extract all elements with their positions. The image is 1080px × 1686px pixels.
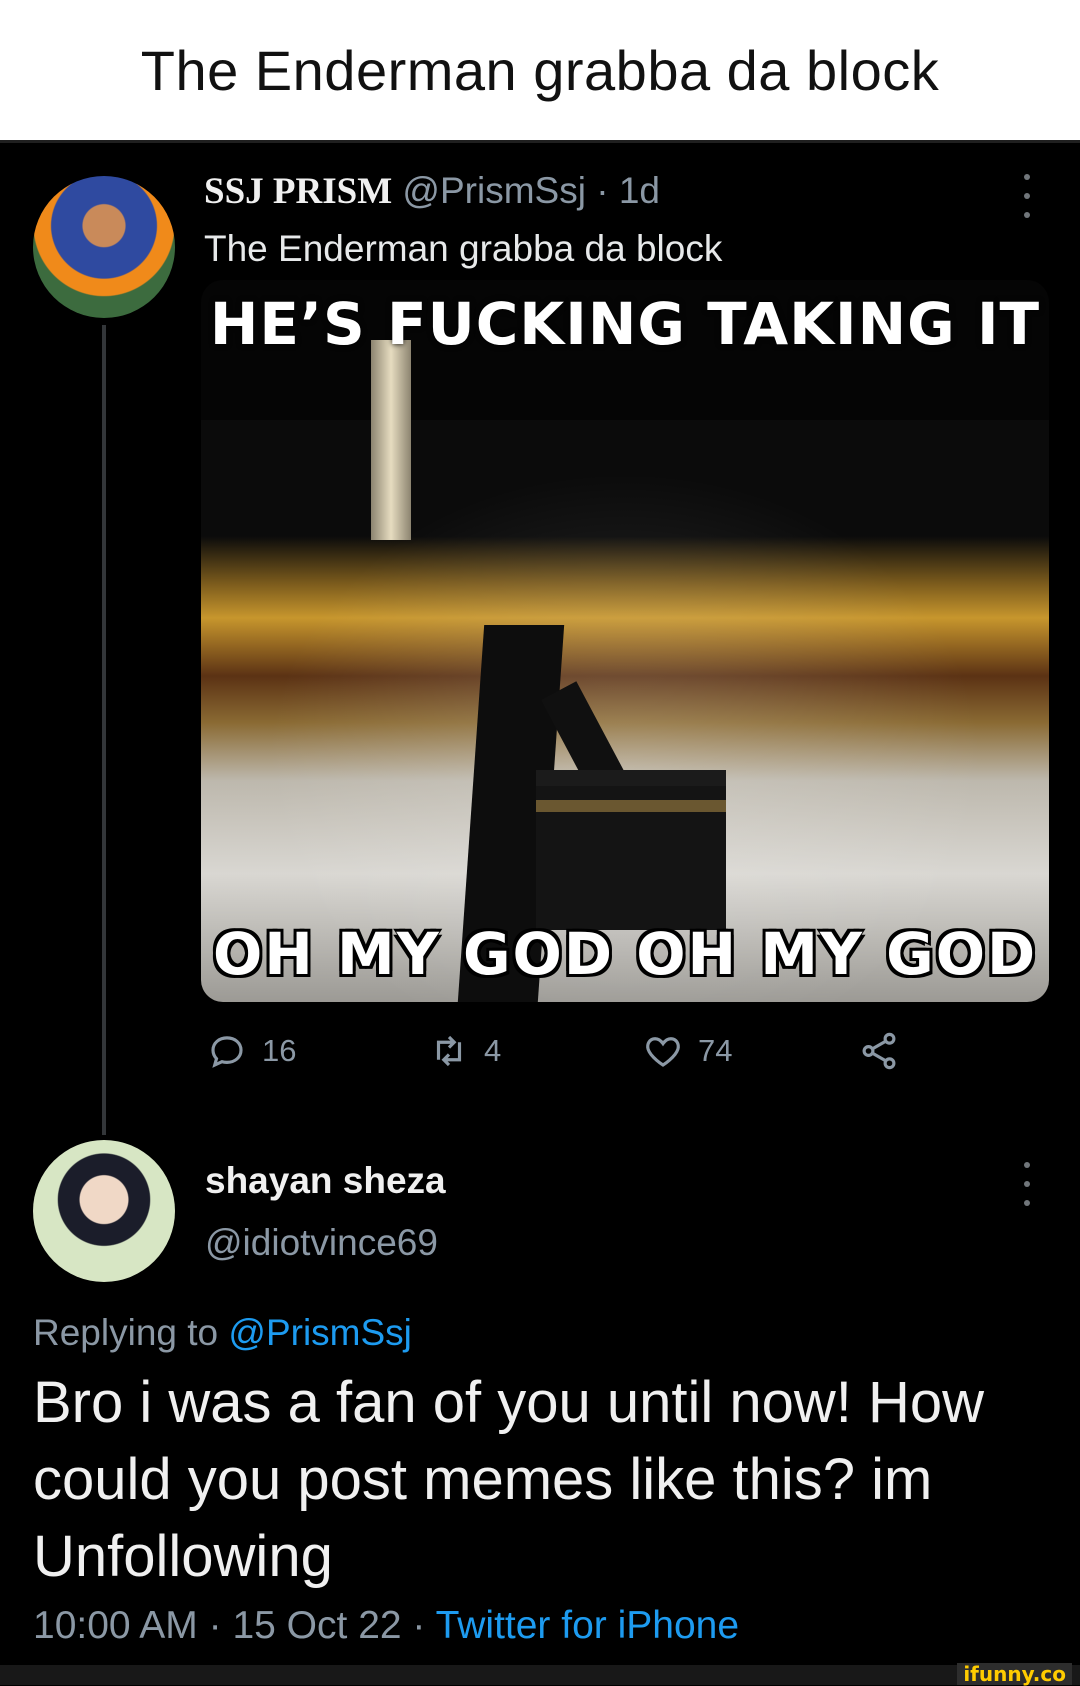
avatar[interactable]	[33, 1140, 175, 1282]
share-icon	[862, 1032, 896, 1070]
reply-handle[interactable]: @idiotvince69	[205, 1222, 438, 1264]
watermark-bar	[0, 1665, 1080, 1685]
tweet-actions: 16 4 74	[0, 1030, 1080, 1080]
replying-to-link[interactable]: @PrismSsj	[228, 1312, 412, 1353]
minaret	[371, 340, 411, 540]
more-options-icon[interactable]	[1022, 174, 1032, 218]
replying-label: Replying to	[33, 1312, 219, 1353]
retweet-button[interactable]: 4	[428, 1030, 501, 1072]
caption-bar: The Enderman grabba da block	[0, 0, 1080, 143]
tweet-timestamp[interactable]: 10:00 AM	[33, 1604, 198, 1647]
ifunny-watermark: ifunny.co	[957, 1663, 1072, 1685]
tweet-image[interactable]: HE’S FUCKING TAKING IT OH MY GOD OH MY G…	[201, 280, 1049, 1002]
meme-bottom-text: OH MY GOD OH MY GOD HE	[213, 920, 1049, 988]
tweet-meta: 10:00 AM · 15 Oct 22 · Twitter for iPhon…	[33, 1604, 739, 1648]
retweet-count: 4	[484, 1033, 502, 1068]
tweet-text: The Enderman grabba da block	[204, 228, 723, 269]
tweet-date[interactable]: 15 Oct 22	[232, 1604, 401, 1647]
meme-top-text: HE’S FUCKING TAKING IT	[209, 290, 1041, 358]
share-button[interactable]	[858, 1030, 900, 1072]
meme-caption: The Enderman grabba da block	[140, 38, 940, 102]
reply-button[interactable]: 16	[206, 1030, 296, 1072]
like-count: 74	[698, 1033, 733, 1068]
kaaba-block	[536, 770, 726, 930]
separator: ·	[208, 1604, 222, 1647]
tweet-time[interactable]: 1d	[619, 170, 660, 211]
heart-icon	[646, 1037, 680, 1067]
tweet-display-name[interactable]: SSJ PRISM	[204, 171, 392, 212]
kaaba-band	[536, 800, 726, 812]
like-button[interactable]: 74	[642, 1030, 732, 1072]
separator: ·	[596, 170, 609, 211]
reply-icon	[211, 1036, 243, 1068]
thread-line	[102, 325, 106, 1135]
tweet-header: SSJ PRISM @PrismSsj · 1d	[204, 170, 660, 213]
replying-to: Replying to @PrismSsj	[33, 1312, 412, 1354]
reply-text: Bro i was a fan of you until now! How co…	[33, 1370, 985, 1589]
reply-count: 16	[262, 1033, 297, 1068]
tweet-handle[interactable]: @PrismSsj	[402, 170, 586, 211]
more-options-icon[interactable]	[1022, 1162, 1032, 1206]
reply-display-name[interactable]: shayan sheza	[205, 1160, 446, 1202]
separator: ·	[412, 1604, 426, 1647]
avatar[interactable]	[33, 176, 175, 318]
tweet-source[interactable]: Twitter for iPhone	[436, 1604, 739, 1647]
retweet-icon	[436, 1035, 462, 1067]
